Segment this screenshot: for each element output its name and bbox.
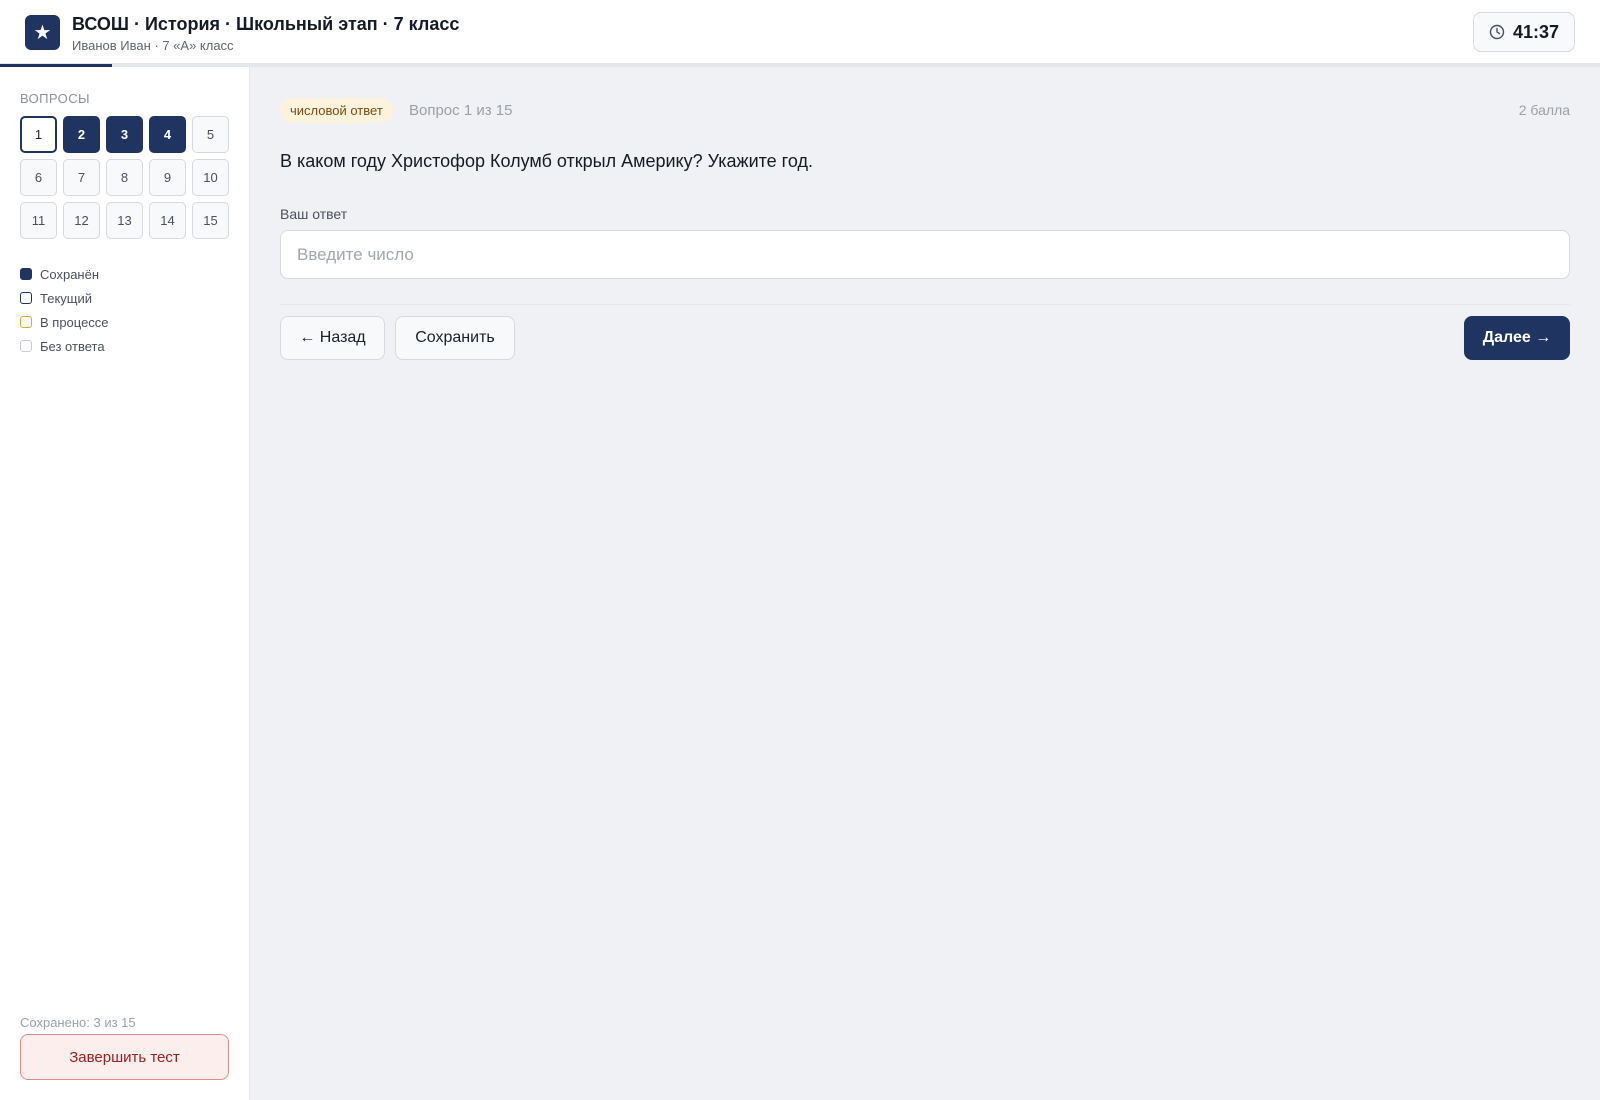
question-type-tag: числовой ответ xyxy=(280,98,393,123)
back-button[interactable]: ← Назад xyxy=(280,316,385,360)
legend-item-empty: Без ответа xyxy=(20,334,109,358)
sidebar: ВОПРОСЫ 1 2 3 4 5 6 7 8 9 10 11 12 13 14 15 Сохранён Те… xyxy=(0,67,250,1100)
legend-item-current: Текущий xyxy=(20,286,109,310)
star-logo-icon: ★ xyxy=(25,15,60,50)
question-button-12[interactable]: 12 xyxy=(63,202,100,239)
answer-input[interactable] xyxy=(280,230,1570,279)
legend-item-progress: В процессе xyxy=(20,310,109,334)
legend: Сохранён Текущий В процессе Без ответа xyxy=(20,262,109,358)
question-button-8[interactable]: 8 xyxy=(106,159,143,196)
legend-swatch-progress xyxy=(20,316,32,328)
question-button-15[interactable]: 15 xyxy=(192,202,229,239)
question-counter: Вопрос 1 из 15 xyxy=(409,102,513,119)
question-button-2[interactable]: 2 xyxy=(63,116,100,153)
question-text: В каком году Христофор Колумб открыл Аме… xyxy=(280,151,813,171)
legend-item-saved: Сохранён xyxy=(20,262,109,286)
question-button-5[interactable]: 5 xyxy=(192,116,229,153)
divider xyxy=(280,304,1570,305)
app-header: ★ ВСОШ · История · Школьный этап · 7 кла… xyxy=(0,0,1600,64)
question-button-3[interactable]: 3 xyxy=(106,116,143,153)
legend-swatch-saved xyxy=(20,268,32,280)
question-button-7[interactable]: 7 xyxy=(63,159,100,196)
sidebar-title: ВОПРОСЫ xyxy=(20,91,90,106)
question-grid: 1 2 3 4 5 6 7 8 9 10 11 12 13 14 15 xyxy=(20,116,229,239)
next-button[interactable]: Далее → xyxy=(1464,316,1570,360)
question-button-11[interactable]: 11 xyxy=(20,202,57,239)
answer-label: Ваш ответ xyxy=(280,206,348,222)
save-button[interactable]: Сохранить xyxy=(395,316,515,360)
legend-swatch-current xyxy=(20,292,32,304)
page-title: ВСОШ · История · Школьный этап · 7 класс xyxy=(72,14,460,34)
question-button-6[interactable]: 6 xyxy=(20,159,57,196)
timer: 41:37 xyxy=(1473,12,1575,52)
legend-label: В процессе xyxy=(40,314,109,330)
question-points: 2 балла xyxy=(1518,102,1570,118)
question-button-14[interactable]: 14 xyxy=(149,202,186,239)
legend-swatch-empty xyxy=(20,340,32,352)
student-info: Иванов Иван · 7 «А» класс xyxy=(72,38,234,53)
question-button-9[interactable]: 9 xyxy=(149,159,186,196)
question-button-1[interactable]: 1 xyxy=(20,116,57,153)
finish-test-button[interactable]: Завершить тест xyxy=(20,1034,229,1080)
question-button-10[interactable]: 10 xyxy=(192,159,229,196)
legend-label: Сохранён xyxy=(40,266,100,282)
question-button-13[interactable]: 13 xyxy=(106,202,143,239)
saved-count: Сохранено: 3 из 15 xyxy=(20,1015,136,1030)
clock-icon xyxy=(1489,24,1505,40)
question-button-4[interactable]: 4 xyxy=(149,116,186,153)
legend-label: Без ответа xyxy=(40,338,105,354)
timer-value: 41:37 xyxy=(1512,21,1560,42)
legend-label: Текущий xyxy=(40,290,92,306)
